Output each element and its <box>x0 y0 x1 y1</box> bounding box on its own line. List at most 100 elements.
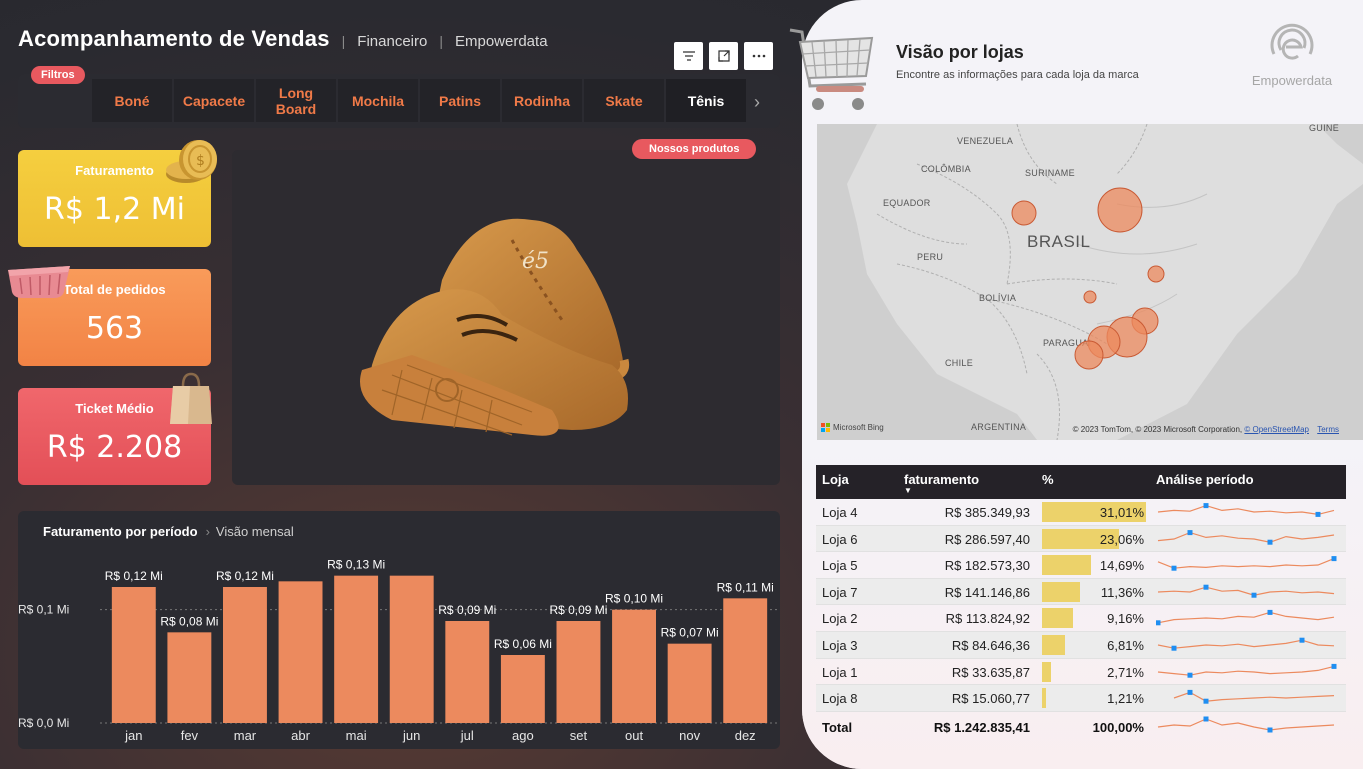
data-label: R$ 0,07 Mi <box>661 626 719 640</box>
breadcrumb-empowerdata[interactable]: | Empowerdata <box>439 33 547 50</box>
cell-sparkline <box>1173 690 1335 704</box>
map-bubble-store <box>1011 200 1037 226</box>
stores-table: Loja faturamento ▼ % Análise período Loj… <box>816 465 1346 742</box>
sparkline-marker <box>1203 503 1209 509</box>
stores-title: Visão por lojas <box>896 42 1024 62</box>
breadcrumb-financeiro[interactable]: | Financeiro <box>342 33 428 50</box>
more-options-button[interactable] <box>744 42 773 70</box>
osm-link[interactable]: © OpenStreetMap <box>1244 425 1309 434</box>
table-row[interactable]: Loja 3 R$ 84.646,36 6,81% <box>816 631 1346 659</box>
filter-item-rodinha[interactable]: Rodinha <box>502 79 582 122</box>
filter-items: Boné Capacete Long Board Mochila Patins … <box>92 79 746 122</box>
table-row[interactable]: Loja 5 R$ 182.573,30 14,69% <box>816 552 1346 579</box>
bing-text: Microsoft Bing <box>833 423 884 432</box>
coins-icon: $ <box>166 140 217 183</box>
x-tick-label: mai <box>346 728 367 743</box>
map-bubbles <box>1011 187 1165 370</box>
sparkline-marker <box>1203 716 1209 722</box>
sparkline-path <box>1157 612 1335 624</box>
brand-logo: Empowerdata <box>1246 20 1338 88</box>
page-title: Acompanhamento de Vendas <box>18 26 330 51</box>
filter-item-tenis[interactable]: Tênis <box>666 79 746 122</box>
cell-pct-bar <box>1042 581 1081 602</box>
svg-text:é5: é5 <box>522 249 549 274</box>
focus-mode-button[interactable] <box>709 42 738 70</box>
bar-dez[interactable] <box>723 598 768 723</box>
table-row[interactable]: Loja 7 R$ 141.146,86 11,36% <box>816 578 1346 606</box>
sneaker-image: é5 <box>360 218 630 436</box>
sparkline-marker <box>1203 584 1209 590</box>
filter-item-long-board[interactable]: Long Board <box>256 79 336 122</box>
bar-abr[interactable] <box>278 581 323 723</box>
data-label: R$ 0,11 Mi <box>717 580 774 594</box>
header-analise[interactable]: Análise período <box>1156 472 1254 487</box>
sparkline-marker <box>1267 539 1273 545</box>
data-label: R$ 0,08 Mi <box>160 614 218 628</box>
map-bubble-store <box>1147 265 1165 283</box>
table-row[interactable]: Loja 2 R$ 113.824,92 9,16% <box>816 605 1346 632</box>
products-badge: Nossos produtos <box>632 139 757 159</box>
cell-sparkline <box>1157 663 1337 678</box>
chevron-right-icon[interactable]: › <box>754 92 760 113</box>
filter-badge: Filtros <box>31 66 85 84</box>
filter-item-bone[interactable]: Boné <box>92 79 172 122</box>
bar-out[interactable] <box>612 609 656 723</box>
chart-subtitle-text: Visão mensal <box>215 524 294 539</box>
cell-sparkline <box>1156 610 1335 626</box>
cell-loja: Loja 5 <box>822 558 858 574</box>
cell-loja: Loja 7 <box>822 584 858 600</box>
filter-button[interactable] <box>674 42 703 70</box>
table-row[interactable]: Loja 1 R$ 33.635,87 2,71% <box>816 659 1346 686</box>
sparkline-path <box>1173 691 1335 702</box>
kpi-pedidos-value: 563 <box>85 311 144 346</box>
cell-faturamento: R$ 15.060,77 <box>951 691 1030 707</box>
bar-set[interactable] <box>556 621 601 723</box>
filter-lines-icon <box>682 51 695 61</box>
sparkline-marker <box>1251 592 1257 598</box>
filter-item-skate[interactable]: Skate <box>584 79 664 122</box>
ellipsis-icon <box>752 54 765 58</box>
cell-pct-bar <box>1042 634 1065 655</box>
data-label: R$ 0,13 Mi <box>327 560 385 572</box>
table-row[interactable]: Loja 6 R$ 286.597,40 23,06% <box>816 525 1346 553</box>
cell-pct: 11,36% <box>1100 584 1144 600</box>
x-tick-label: set <box>570 728 588 743</box>
cell-sparkline <box>1157 637 1335 651</box>
bar-jan[interactable] <box>111 587 156 723</box>
breadcrumb-financeiro-label: Financeiro <box>357 32 428 50</box>
table-row[interactable]: Loja 4 R$ 385.349,93 31,01% <box>816 499 1346 526</box>
header-pct[interactable]: % <box>1042 472 1054 487</box>
terms-link[interactable]: Terms <box>1317 425 1339 434</box>
y-tick-label: R$ 0,0 Mi <box>18 716 69 730</box>
x-tick-label: fev <box>181 728 199 743</box>
x-tick-label: out <box>625 728 643 743</box>
chart-subtitle[interactable]: › Visão mensal <box>206 524 294 539</box>
map-credit-text: © 2023 TomTom, © 2023 Microsoft Corporat… <box>1072 425 1243 434</box>
cell-loja: Loja 6 <box>822 531 858 547</box>
data-label: R$ 0,09 Mi <box>438 603 496 617</box>
cell-sparkline <box>1157 503 1335 517</box>
bar-jul[interactable] <box>445 621 490 723</box>
bar-fev[interactable] <box>167 632 212 723</box>
sparkline-path <box>1157 504 1335 516</box>
chart-title-text: Faturamento por período <box>43 524 198 539</box>
header-faturamento[interactable]: faturamento <box>904 472 979 487</box>
sparkline-path <box>1157 718 1335 731</box>
bar-mar[interactable] <box>223 587 267 723</box>
bar-jun[interactable] <box>389 575 434 723</box>
stores-map[interactable]: VENEZUELA GUINE COLÔMBIA SURINAME EQUADO… <box>817 124 1363 440</box>
table-row[interactable]: Loja 8 R$ 15.060,77 1,21% <box>816 685 1346 712</box>
bar-chart: R$ 0,0 Mi R$ 0,1 Mi jan R$ 0,12 Mi fev R$ 0,0… <box>18 560 778 743</box>
total-faturamento: R$ 1.242.835,41 <box>933 719 1030 735</box>
data-label: R$ 0,09 Mi <box>549 603 607 617</box>
bar-nov[interactable] <box>667 643 712 723</box>
bar-mai[interactable] <box>334 575 379 723</box>
header-loja[interactable]: Loja <box>822 472 849 487</box>
x-tick-label: abr <box>291 728 310 743</box>
filter-item-mochila[interactable]: Mochila <box>338 79 418 122</box>
filter-item-capacete[interactable]: Capacete <box>174 79 254 122</box>
cell-pct: 14,69% <box>1099 558 1144 574</box>
svg-text:$: $ <box>196 153 205 169</box>
filter-item-patins[interactable]: Patins <box>420 79 500 122</box>
bar-ago[interactable] <box>500 655 545 723</box>
